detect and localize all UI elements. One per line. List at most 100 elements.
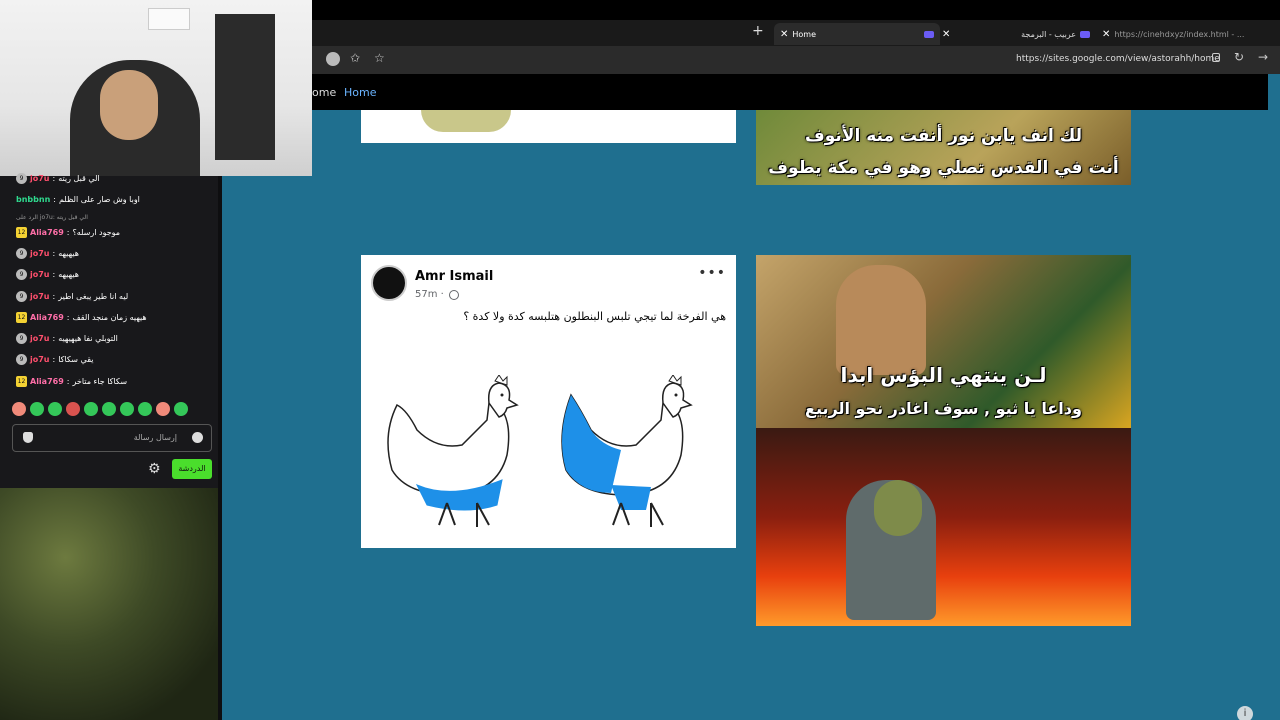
tab-label: Home bbox=[792, 29, 817, 39]
chat-message: 9 jo7u: يقي سكاكا bbox=[16, 354, 94, 365]
emote-icon[interactable] bbox=[66, 402, 80, 416]
chat-message: 9 jo7u: هيهيهه bbox=[16, 269, 79, 280]
chat-message: 9 jo7u: ليه انا طير يبغى اطير bbox=[16, 291, 128, 302]
nav-item-home[interactable]: Home bbox=[344, 86, 376, 99]
chat-username[interactable]: jo7u bbox=[30, 270, 50, 279]
meme-caption-line1: لك انف يابن نور أنفت منه الأنوف bbox=[805, 126, 1082, 146]
reload-icon[interactable]: ↻ bbox=[1234, 50, 1244, 64]
sub-badge: 9 bbox=[16, 333, 27, 344]
gear-icon[interactable]: ⚙ bbox=[148, 461, 161, 477]
chat-username[interactable]: jo7u bbox=[30, 249, 50, 258]
tab-barmaja[interactable]: ✕ عربيب - البرمجة bbox=[936, 23, 1096, 45]
air-conditioner bbox=[148, 8, 190, 30]
sub-badge: 9 bbox=[16, 354, 27, 365]
meme-lower-panel bbox=[756, 428, 1131, 626]
emoji-icon[interactable] bbox=[192, 432, 203, 443]
avatar[interactable] bbox=[371, 265, 407, 301]
emote-icon[interactable] bbox=[156, 402, 170, 416]
chat-username[interactable]: jo7u bbox=[30, 292, 50, 301]
chat-text: اوبا وش صار على الظلم bbox=[58, 195, 140, 204]
url-field[interactable]: https://sites.google.com/view/astorahh/h… bbox=[1016, 54, 1220, 64]
chat-input[interactable]: إرسال رسالة bbox=[12, 424, 212, 452]
page-scrollbar[interactable] bbox=[1268, 74, 1280, 720]
profile-icon[interactable] bbox=[326, 52, 340, 66]
chat-input-placeholder: إرسال رسالة bbox=[133, 433, 177, 442]
fish-image bbox=[421, 110, 511, 132]
tab-cinehd[interactable]: ✕ https://cinehdxyz/index.html - ... bbox=[1096, 23, 1280, 45]
sub-badge: 12 bbox=[16, 312, 27, 323]
new-tab-icon[interactable]: + bbox=[752, 23, 764, 39]
chat-message: 12 Alia769: سكاكا جاء متاخر bbox=[16, 376, 128, 387]
chicken-left-image bbox=[387, 375, 519, 527]
chat-message: 9 jo7u: الي قبل ريته bbox=[16, 173, 100, 184]
emote-icon[interactable] bbox=[48, 402, 62, 416]
meme-caption-line1: لـن ينتهي البؤس ابدا bbox=[840, 363, 1047, 387]
chat-send-button[interactable]: الدردشة bbox=[172, 459, 212, 479]
globe-icon bbox=[449, 290, 459, 300]
info-icon[interactable]: i bbox=[1237, 706, 1253, 720]
title-bar bbox=[312, 0, 1280, 20]
tab-label: عربيب - البرمجة bbox=[1021, 29, 1076, 39]
emote-icon[interactable] bbox=[174, 402, 188, 416]
chat-username[interactable]: jo7u bbox=[30, 355, 50, 364]
chat-text: هيهيهه bbox=[58, 249, 79, 258]
emote-icon[interactable] bbox=[102, 402, 116, 416]
door bbox=[215, 14, 275, 160]
close-icon[interactable]: ✕ bbox=[942, 29, 950, 40]
lock-icon[interactable] bbox=[1212, 53, 1220, 62]
post-author[interactable]: Amr Ismail bbox=[415, 269, 493, 284]
forward-icon[interactable]: → bbox=[1258, 50, 1268, 64]
meme-caption-line2: وداعا يا ثيو , سوف اغادر نحو الربيع bbox=[805, 399, 1082, 418]
close-icon[interactable]: ✕ bbox=[780, 29, 788, 40]
sub-badge: 12 bbox=[16, 227, 27, 238]
sub-badge: 12 bbox=[16, 376, 27, 387]
emote-icon[interactable] bbox=[84, 402, 98, 416]
chat-message: 12 Alia769: موجود ارسله؟ bbox=[16, 227, 121, 238]
chat-username[interactable]: Alia769 bbox=[30, 377, 64, 386]
emote-icon[interactable] bbox=[120, 402, 134, 416]
shield-icon[interactable] bbox=[23, 432, 33, 443]
more-options-icon[interactable]: ••• bbox=[698, 265, 726, 281]
webcam-overlay bbox=[0, 0, 312, 176]
close-icon[interactable]: ✕ bbox=[1102, 29, 1110, 40]
chat-username[interactable]: Alia769 bbox=[30, 313, 64, 322]
sub-badge: 9 bbox=[16, 291, 27, 302]
chat-username[interactable]: jo7u bbox=[30, 174, 50, 183]
chat-message: 12 Alia769: هيهيه زمان منجد القف bbox=[16, 312, 147, 323]
chat-username[interactable]: bnbbnn bbox=[16, 195, 50, 204]
emote-bar bbox=[12, 402, 188, 416]
nav-item-home-partial[interactable]: ome bbox=[312, 86, 336, 99]
emote-icon[interactable] bbox=[12, 402, 26, 416]
favorites-icon[interactable]: ✩ bbox=[350, 51, 360, 65]
chicken-right-image bbox=[561, 375, 693, 527]
streamer-face bbox=[100, 70, 158, 140]
chat-username[interactable]: Alia769 bbox=[30, 228, 64, 237]
tab-bar: + ✕ Home ✕ عربيب - البرمجة ✕ https://cin… bbox=[312, 20, 1280, 46]
site-nav: ome Home bbox=[312, 74, 1280, 110]
post-caption: هي الفرخة لما تيجي تلبس البنطلون هتلبسه … bbox=[463, 310, 726, 323]
chat-text: هيهيه زمان منجد القف bbox=[72, 313, 147, 322]
emote-icon[interactable] bbox=[138, 402, 152, 416]
chat-text: التوبلي نفا هيهيهيه bbox=[58, 334, 118, 343]
tab-label: https://cinehdxyz/index.html - ... bbox=[1114, 29, 1245, 39]
meme-image-van-gogh: لـن ينتهي البؤس ابدا وداعا يا ثيو , سوف … bbox=[756, 255, 1131, 626]
chat-text: الي قبل ريته bbox=[58, 174, 100, 183]
star-icon[interactable]: ☆ bbox=[374, 51, 385, 65]
post-image-fish bbox=[361, 110, 736, 143]
chat-text: ليه انا طير يبغى اطير bbox=[58, 292, 129, 301]
tab-home[interactable]: ✕ Home bbox=[774, 23, 940, 45]
van-gogh-head bbox=[874, 480, 922, 536]
chat-username[interactable]: jo7u bbox=[30, 334, 50, 343]
post-time: 57m · bbox=[415, 289, 444, 300]
chat-text: هيهيهه bbox=[58, 270, 79, 279]
chat-message: 9 jo7u: هيهيهه bbox=[16, 248, 79, 259]
emote-icon[interactable] bbox=[30, 402, 44, 416]
tab-media-icon bbox=[1080, 30, 1090, 38]
meme-image-nose: لك انف يابن نور أنفت منه الأنوف أنت في ا… bbox=[756, 110, 1131, 185]
tab-media-icon bbox=[924, 30, 934, 38]
divider bbox=[218, 176, 222, 720]
chat-message: 9 jo7u: التوبلي نفا هيهيهيه bbox=[16, 333, 118, 344]
chat-text: يقي سكاكا bbox=[58, 355, 94, 364]
background-forest bbox=[0, 488, 218, 720]
van-gogh-portrait bbox=[836, 265, 926, 375]
